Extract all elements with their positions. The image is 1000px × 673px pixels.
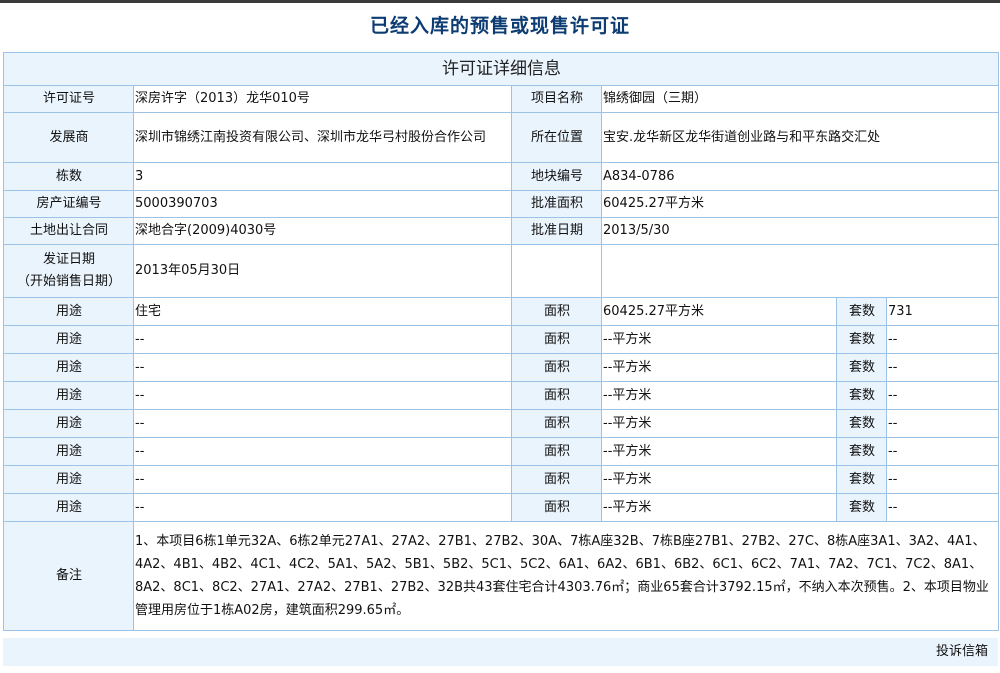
buildings-value: 3	[133, 162, 512, 191]
complaint-link[interactable]: 投诉信箱	[936, 644, 988, 659]
location-label: 所在位置	[511, 112, 602, 163]
permit-no-value: 深房许字（2013）龙华010号	[133, 85, 512, 113]
area-label: 面积	[511, 493, 602, 522]
usage-row: 用途 住宅 面积 60425.27平方米 套数 731	[3, 297, 1000, 326]
permit-no-label: 许可证号	[3, 85, 134, 113]
developer-label: 发展商	[3, 112, 134, 163]
usage-value: --	[133, 437, 512, 466]
deed-value: 5000390703	[133, 190, 512, 218]
usage-row: 用途 -- 面积 --平方米 套数 --	[3, 325, 1000, 354]
area-label: 面积	[511, 353, 602, 382]
issue-date-label: 发证日期 （开始销售日期）	[3, 244, 134, 298]
area-value: --平方米	[601, 409, 837, 438]
usage-label: 用途	[3, 381, 134, 410]
units-value: --	[885, 465, 1000, 494]
deed-label: 房产证编号	[3, 190, 134, 218]
area-label: 面积	[511, 381, 602, 410]
developer-value: 深圳市锦绣江南投资有限公司、深圳市龙华弓村股份合作公司	[133, 112, 512, 163]
issue-date-label-line1: 发证日期	[42, 252, 95, 267]
units-value: --	[885, 325, 1000, 354]
usage-row: 用途 -- 面积 --平方米 套数 --	[3, 437, 1000, 466]
area-label: 面积	[511, 325, 602, 354]
units-label: 套数	[836, 409, 887, 438]
approved-date-label: 批准日期	[511, 217, 602, 245]
area-value: --平方米	[601, 437, 837, 466]
usage-value: --	[133, 465, 512, 494]
usage-value: --	[133, 493, 512, 522]
empty-cell	[600, 244, 1000, 298]
empty-cell	[511, 244, 602, 298]
area-value: 60425.27平方米	[601, 297, 837, 326]
usage-label: 用途	[3, 493, 134, 522]
approved-area-label: 批准面积	[511, 190, 602, 218]
usage-label: 用途	[3, 465, 134, 494]
usage-row: 用途 -- 面积 --平方米 套数 --	[3, 465, 1000, 494]
parcel-value: A834-0786	[600, 162, 1000, 191]
usage-value: --	[133, 325, 512, 354]
usage-label: 用途	[3, 437, 134, 466]
units-label: 套数	[836, 493, 887, 522]
usage-label: 用途	[3, 297, 134, 326]
area-label: 面积	[511, 465, 602, 494]
units-value: --	[885, 381, 1000, 410]
usage-value: 住宅	[133, 297, 512, 326]
usage-row: 用途 -- 面积 --平方米 套数 --	[3, 493, 1000, 522]
area-label: 面积	[511, 297, 602, 326]
permit-detail-table: 许可证详细信息 许可证号 深房许字（2013）龙华010号 项目名称 锦绣御园（…	[2, 52, 1000, 631]
area-value: --平方米	[601, 493, 837, 522]
approved-date-value: 2013/5/30	[600, 217, 1000, 245]
issue-date-value: 2013年05月30日	[133, 244, 512, 298]
units-value: --	[885, 409, 1000, 438]
area-value: --平方米	[601, 353, 837, 382]
area-label: 面积	[511, 409, 602, 438]
approved-area-value: 60425.27平方米	[600, 190, 1000, 218]
project-name-label: 项目名称	[511, 85, 602, 113]
footer-bar: 投诉信箱	[3, 638, 998, 666]
units-label: 套数	[836, 381, 887, 410]
page-title: 已经入库的预售或现售许可证	[369, 15, 630, 37]
units-value: --	[885, 493, 1000, 522]
area-value: --平方米	[601, 381, 837, 410]
area-value: --平方米	[601, 465, 837, 494]
usage-row: 用途 -- 面积 --平方米 套数 --	[3, 381, 1000, 410]
units-label: 套数	[836, 353, 887, 382]
units-label: 套数	[836, 465, 887, 494]
remark-label: 备注	[3, 521, 134, 631]
units-label: 套数	[836, 437, 887, 466]
units-value: 731	[885, 297, 1000, 326]
parcel-label: 地块编号	[511, 162, 602, 191]
usage-value: --	[133, 409, 512, 438]
buildings-label: 栋数	[3, 162, 134, 191]
remark-value: 1、本项目6栋1单元32A、6栋2单元27A1、27A2、27B1、27B2、3…	[132, 521, 1000, 631]
units-label: 套数	[836, 325, 887, 354]
usage-label: 用途	[3, 353, 134, 382]
units-label: 套数	[836, 297, 887, 326]
area-value: --平方米	[601, 325, 837, 354]
land-contract-value: 深地合字(2009)4030号	[133, 217, 512, 245]
usage-row: 用途 -- 面积 --平方米 套数 --	[3, 353, 1000, 382]
land-contract-label: 土地出让合同	[3, 217, 134, 245]
area-label: 面积	[511, 437, 602, 466]
usage-label: 用途	[3, 409, 134, 438]
units-value: --	[885, 353, 1000, 382]
usage-value: --	[133, 353, 512, 382]
project-name-value: 锦绣御园（三期）	[600, 85, 1000, 113]
usage-value: --	[133, 381, 512, 410]
usage-label: 用途	[3, 325, 134, 354]
location-value: 宝安.龙华新区龙华街道创业路与和平东路交汇处	[600, 112, 1000, 163]
table-caption: 许可证详细信息	[2, 52, 1000, 86]
units-value: --	[885, 437, 1000, 466]
usage-row: 用途 -- 面积 --平方米 套数 --	[3, 409, 1000, 438]
issue-date-label-line2: （开始销售日期）	[16, 274, 121, 289]
